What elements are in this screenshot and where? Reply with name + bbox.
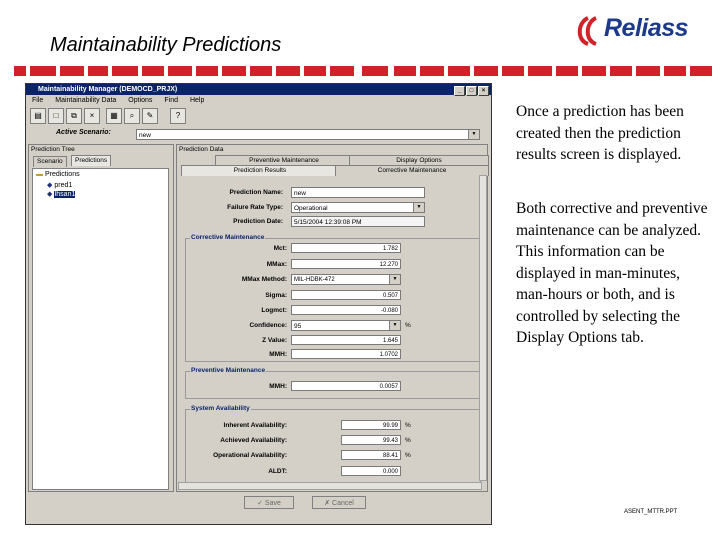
delete-icon[interactable]: × bbox=[84, 108, 100, 124]
logmct-label: Logmct: bbox=[261, 307, 287, 314]
description-paragraph-2: Both corrective and preventive maintenan… bbox=[516, 200, 708, 346]
operational-availability-unit: % bbox=[405, 452, 411, 459]
prediction-name-field[interactable]: new bbox=[291, 187, 425, 198]
chevron-down-icon: ▼ bbox=[389, 321, 400, 330]
active-scenario-select[interactable]: new ▼ bbox=[136, 129, 480, 140]
decorative-bar-strip bbox=[0, 66, 720, 78]
tree-root[interactable]: ▬ Predictions bbox=[36, 171, 80, 178]
window-title: Maintainability Manager (DEMOCD_PRJX) bbox=[38, 86, 178, 93]
prediction-date-label: Prediction Date: bbox=[233, 218, 283, 225]
confidence-label: Confidence: bbox=[249, 322, 287, 329]
preventive-mmh-value: 0.0057 bbox=[291, 381, 401, 391]
prediction-tree: ▬ Predictions ◆ pred1 ◆ Ihsan1 bbox=[32, 168, 169, 490]
tree-item[interactable]: ◆ pred1 bbox=[47, 181, 72, 189]
close-icon[interactable]: × bbox=[478, 86, 489, 96]
edit-icon[interactable]: ✎ bbox=[142, 108, 158, 124]
save-button[interactable]: ✓ Save bbox=[244, 496, 294, 509]
achieved-availability-label: Achieved Availability: bbox=[220, 437, 287, 444]
achieved-availability-value: 99.43 bbox=[341, 435, 401, 445]
menu-find[interactable]: Find bbox=[164, 97, 178, 104]
menu-file[interactable]: File bbox=[32, 97, 43, 104]
operational-availability-label: Operational Availability: bbox=[213, 452, 287, 459]
description-paragraph-1: Once a prediction has been created then … bbox=[516, 103, 684, 163]
corrective-mmh-label: MMH: bbox=[269, 351, 287, 358]
system-availability-title: System Availability bbox=[190, 405, 251, 412]
active-scenario-label: Active Scenario: bbox=[56, 129, 111, 136]
cancel-button[interactable]: ✗ Cancel bbox=[312, 496, 366, 509]
mct-value: 1.782 bbox=[291, 243, 401, 253]
sigma-label: Sigma: bbox=[265, 292, 287, 299]
corrective-maintenance-title: Corrective Maintenance bbox=[190, 234, 266, 241]
prediction-icon: ◆ bbox=[47, 191, 53, 198]
open-icon[interactable]: ▤ bbox=[30, 108, 46, 124]
save-icon: ✓ bbox=[257, 500, 263, 507]
operational-availability-value: 88.41 bbox=[341, 450, 401, 460]
vertical-scrollbar[interactable] bbox=[479, 175, 487, 481]
folder-icon: ▬ bbox=[36, 171, 43, 178]
help-icon[interactable]: ? bbox=[170, 108, 186, 124]
z-value: 1.645 bbox=[291, 335, 401, 345]
minimize-icon[interactable]: _ bbox=[454, 86, 465, 96]
prediction-date-field: 5/15/2004 12:39:08 PM bbox=[291, 216, 425, 227]
window-titlebar: Maintainability Manager (DEMOCD_PRJX) _ □… bbox=[26, 84, 491, 96]
failure-rate-type-label: Failure Rate Type: bbox=[227, 204, 283, 211]
print-icon[interactable]: ▦ bbox=[106, 108, 122, 124]
mct-label: Mct: bbox=[273, 245, 287, 252]
logo-text: Reliass bbox=[604, 14, 689, 42]
footer-filename: ASENT_MTTR.PPT bbox=[624, 509, 678, 515]
prediction-name-label: Prediction Name: bbox=[229, 189, 283, 196]
confidence-unit: % bbox=[405, 322, 411, 329]
cancel-icon: ✗ bbox=[324, 500, 331, 507]
prediction-icon: ◆ bbox=[47, 182, 53, 189]
sigma-value: 0.507 bbox=[291, 290, 401, 300]
search-icon[interactable]: ⌕ bbox=[124, 108, 140, 124]
corrective-mmh-value: 1.0702 bbox=[291, 349, 401, 359]
preventive-maintenance-title: Preventive Maintenance bbox=[190, 367, 267, 374]
menu-options[interactable]: Options bbox=[128, 97, 152, 104]
failure-rate-type-select[interactable]: Operational ▼ bbox=[291, 202, 425, 213]
z-value-label: Z Value: bbox=[262, 337, 287, 344]
chevron-down-icon: ▼ bbox=[468, 130, 479, 139]
horizontal-scrollbar[interactable] bbox=[178, 482, 482, 490]
chevron-down-icon: ▼ bbox=[389, 275, 400, 284]
menu-bar: File Maintainability Data Options Find H… bbox=[26, 96, 491, 106]
tab-prediction-results[interactable]: Prediction Results bbox=[181, 165, 339, 176]
tree-item[interactable]: ◆ Ihsan1 bbox=[47, 190, 76, 198]
aldt-label: ALDT: bbox=[268, 468, 287, 475]
mmax-value: 12.270 bbox=[291, 259, 401, 269]
tab-corrective-maintenance[interactable]: Corrective Maintenance bbox=[335, 165, 489, 176]
confidence-select[interactable]: 95 ▼ bbox=[291, 320, 401, 331]
inherent-availability-label: Inherent Availability: bbox=[223, 422, 287, 429]
copy-icon[interactable]: ⧉ bbox=[66, 108, 82, 124]
tab-predictions[interactable]: Predictions bbox=[71, 155, 112, 166]
inherent-availability-unit: % bbox=[405, 422, 411, 429]
mmax-method-label: MMax Method: bbox=[241, 276, 287, 283]
mmax-label: MMax: bbox=[266, 261, 287, 268]
prediction-data-header: Prediction Data bbox=[179, 146, 224, 153]
prediction-data-panel: Prediction Data Preventive Maintenance D… bbox=[176, 144, 489, 492]
slide-title: Maintainability Predictions bbox=[50, 34, 282, 56]
preventive-mmh-label: MMH: bbox=[269, 383, 287, 390]
new-icon[interactable]: □ bbox=[48, 108, 64, 124]
maximize-icon[interactable]: □ bbox=[466, 86, 477, 96]
achieved-availability-unit: % bbox=[405, 437, 411, 444]
aldt-value: 0.000 bbox=[341, 466, 401, 476]
mmax-method-select[interactable]: MIL-HDBK-472 ▼ bbox=[291, 274, 401, 285]
prediction-tree-header: Prediction Tree bbox=[31, 146, 75, 153]
inherent-availability-value: 99.99 bbox=[341, 420, 401, 430]
chevron-down-icon: ▼ bbox=[413, 203, 424, 212]
menu-maintainability-data[interactable]: Maintainability Data bbox=[55, 97, 116, 104]
menu-help[interactable]: Help bbox=[190, 97, 204, 104]
logmct-value: -0.080 bbox=[291, 305, 401, 315]
maintainability-manager-window: Maintainability Manager (DEMOCD_PRJX) _ □… bbox=[25, 83, 492, 525]
tab-scenario[interactable]: Scenario bbox=[33, 156, 67, 167]
